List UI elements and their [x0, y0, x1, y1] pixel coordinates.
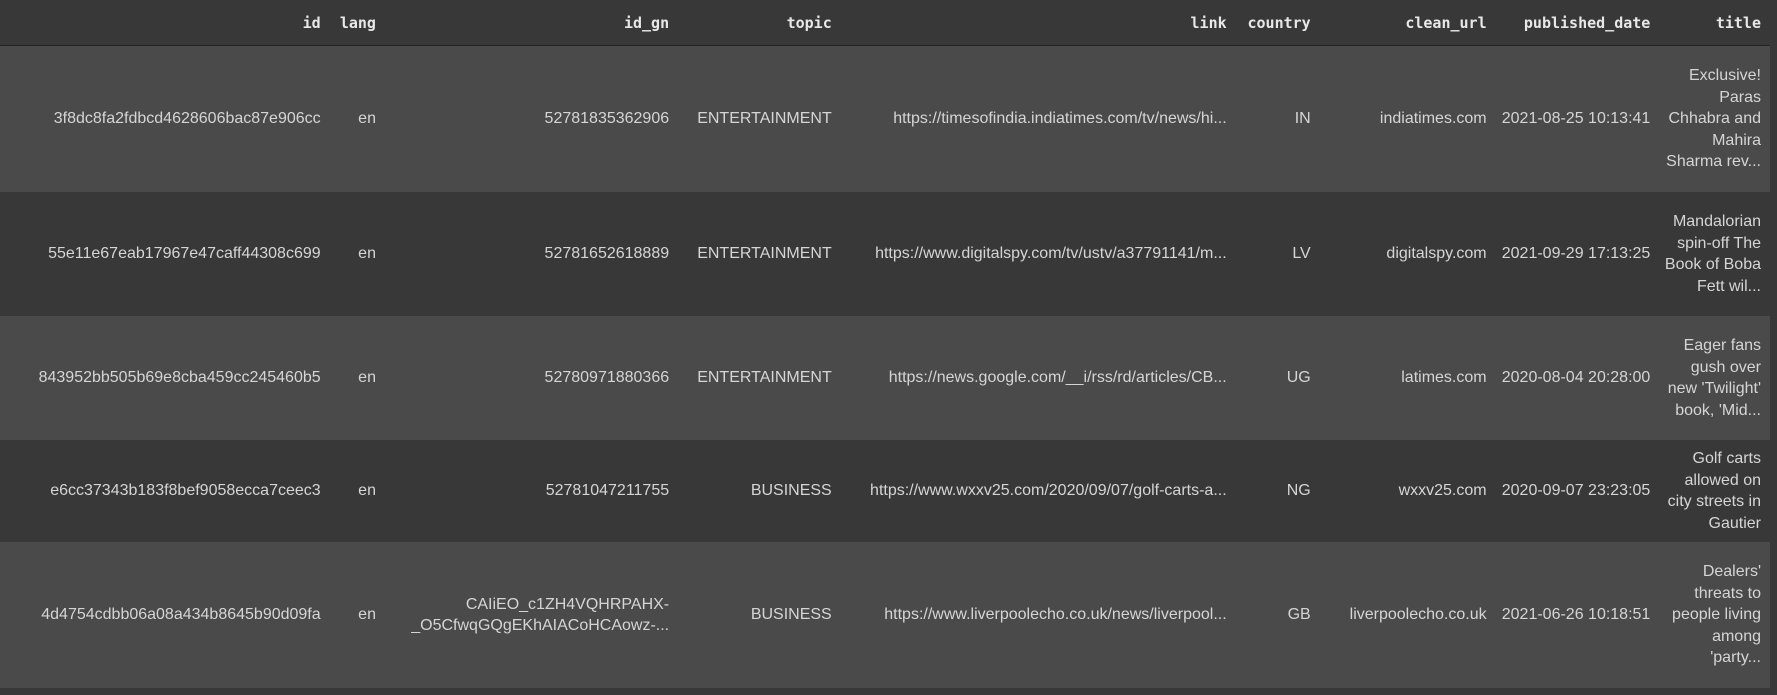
dataframe-table: id lang id_gn topic link country clean_u…: [0, 0, 1770, 688]
cell-topic: ENTERTAINMENT: [678, 192, 841, 316]
cell-topic: BUSINESS: [678, 542, 841, 688]
column-header-topic: topic: [678, 0, 841, 46]
cell-id-gn: 52781835362906: [384, 45, 679, 192]
column-header-id-gn: id_gn: [384, 0, 679, 46]
column-header-published-date: published_date: [1495, 0, 1660, 46]
table-row: 843952bb505b69e8cba459cc245460b5 en 5278…: [0, 316, 1770, 440]
cell-published-date: 2020-08-04 20:28:00: [1495, 316, 1660, 440]
column-header-title: title: [1659, 0, 1770, 46]
table-row: 55e11e67eab17967e47caff44308c699 en 5278…: [0, 192, 1770, 316]
cell-id: 3f8dc8fa2fdbcd4628606bac87e906cc: [0, 45, 330, 192]
cell-title: Dealers' threats to people living among …: [1659, 542, 1770, 688]
cell-published-date: 2020-09-07 23:23:05: [1495, 440, 1660, 542]
dataframe-output: id lang id_gn topic link country clean_u…: [0, 0, 1777, 695]
cell-topic: ENTERTAINMENT: [678, 45, 841, 192]
table-row: e6cc37343b183f8bef9058ecca7ceec3 en 5278…: [0, 440, 1770, 542]
cell-id: e6cc37343b183f8bef9058ecca7ceec3: [0, 440, 330, 542]
header-row: id lang id_gn topic link country clean_u…: [0, 0, 1770, 46]
cell-lang: en: [329, 192, 385, 316]
table-row: 4d4754cdbb06a08a434b8645b90d09fa en CAIi…: [0, 542, 1770, 688]
cell-published-date: 2021-08-25 10:13:41: [1495, 45, 1660, 192]
cell-link: https://timesofindia.indiatimes.com/tv/n…: [840, 45, 1236, 192]
cell-id-gn: 52780971880366: [384, 316, 679, 440]
cell-country: IN: [1235, 45, 1320, 192]
cell-topic: ENTERTAINMENT: [678, 316, 841, 440]
cell-id: 843952bb505b69e8cba459cc245460b5: [0, 316, 330, 440]
cell-title: Eager fans gush over new 'Twilight' book…: [1659, 316, 1770, 440]
cell-country: NG: [1235, 440, 1320, 542]
cell-lang: en: [329, 316, 385, 440]
cell-id-gn: 52781047211755: [384, 440, 679, 542]
cell-lang: en: [329, 542, 385, 688]
cell-lang: en: [329, 440, 385, 542]
cell-id-gn: 52781652618889: [384, 192, 679, 316]
cell-country: UG: [1235, 316, 1320, 440]
cell-clean-url: latimes.com: [1319, 316, 1496, 440]
column-header-id: id: [0, 0, 330, 46]
column-header-country: country: [1235, 0, 1320, 46]
cell-clean-url: indiatimes.com: [1319, 45, 1496, 192]
cell-id: 55e11e67eab17967e47caff44308c699: [0, 192, 330, 316]
cell-title: Mandalorian spin-off The Book of Boba Fe…: [1659, 192, 1770, 316]
cell-id-gn: CAIiEO_c1ZH4VQHRPAHX-_O5CfwqGQgEKhAIACoH…: [384, 542, 679, 688]
column-header-link: link: [840, 0, 1236, 46]
column-header-lang: lang: [329, 0, 385, 46]
cell-topic: BUSINESS: [678, 440, 841, 542]
cell-lang: en: [329, 45, 385, 192]
cell-link: https://www.liverpoolecho.co.uk/news/liv…: [840, 542, 1236, 688]
cell-clean-url: wxxv25.com: [1319, 440, 1496, 542]
cell-clean-url: digitalspy.com: [1319, 192, 1496, 316]
cell-id: 4d4754cdbb06a08a434b8645b90d09fa: [0, 542, 330, 688]
cell-link: https://www.wxxv25.com/2020/09/07/golf-c…: [840, 440, 1236, 542]
cell-link: https://www.digitalspy.com/tv/ustv/a3779…: [840, 192, 1236, 316]
cell-published-date: 2021-09-29 17:13:25: [1495, 192, 1660, 316]
cell-country: GB: [1235, 542, 1320, 688]
cell-title: Exclusive! Paras Chhabra and Mahira Shar…: [1659, 45, 1770, 192]
cell-link: https://news.google.com/__i/rss/rd/artic…: [840, 316, 1236, 440]
column-header-clean-url: clean_url: [1319, 0, 1496, 46]
cell-clean-url: liverpoolecho.co.uk: [1319, 542, 1496, 688]
cell-title: Golf carts allowed on city streets in Ga…: [1659, 440, 1770, 542]
cell-country: LV: [1235, 192, 1320, 316]
cell-published-date: 2021-06-26 10:18:51: [1495, 542, 1660, 688]
table-row: 3f8dc8fa2fdbcd4628606bac87e906cc en 5278…: [0, 45, 1770, 192]
